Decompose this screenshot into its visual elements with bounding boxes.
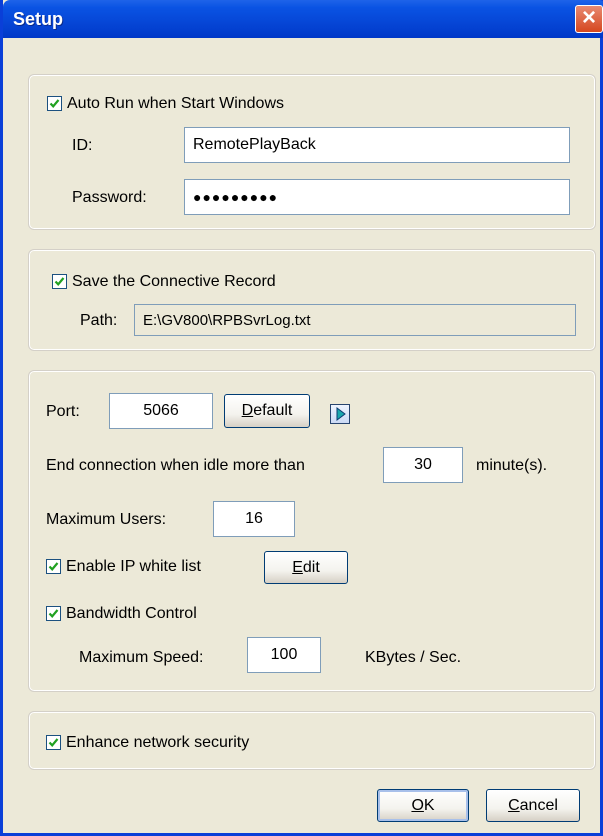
bandwidth-checkbox[interactable] [46, 606, 61, 621]
max-speed-value: 100 [270, 646, 298, 663]
save-record-label[interactable]: Save the Connective Record [72, 273, 276, 291]
play-arrow-button[interactable] [330, 404, 350, 424]
path-value: E:\GV800\RPBSvrLog.txt [143, 311, 311, 329]
edit-button[interactable]: Edit [264, 551, 348, 584]
id-value: RemotePlayBack [193, 136, 316, 153]
whitelist-label[interactable]: Enable IP white list [66, 558, 201, 576]
port-label: Port: [46, 403, 80, 420]
idle-unit: minute(s). [476, 457, 548, 474]
id-label: ID: [72, 137, 93, 154]
password-field[interactable]: ●●●●●●●●● [184, 179, 570, 215]
auto-run-checkbox[interactable] [47, 96, 62, 111]
check-icon [48, 609, 59, 618]
port-field[interactable]: 5066 [109, 393, 213, 429]
default-button[interactable]: Default [224, 394, 310, 428]
cancel-button-label: Cancel [508, 796, 558, 814]
security-group: Enhance network security [28, 711, 596, 770]
id-field[interactable]: RemotePlayBack [184, 127, 570, 163]
max-speed-field[interactable]: 100 [247, 637, 321, 673]
save-record-checkbox[interactable] [52, 274, 67, 289]
max-users-label: Maximum Users: [46, 511, 167, 528]
edit-button-label: Edit [292, 558, 320, 576]
check-icon [48, 738, 59, 747]
check-icon [54, 277, 65, 286]
password-label: Password: [72, 189, 147, 206]
check-icon [49, 99, 60, 108]
whitelist-checkbox[interactable] [46, 559, 61, 574]
window-title: Setup [13, 9, 64, 29]
path-field[interactable]: E:\GV800\RPBSvrLog.txt [134, 304, 576, 336]
close-button[interactable]: × [575, 4, 603, 33]
close-icon: × [581, 4, 596, 31]
password-value: ●●●●●●●●● [193, 189, 279, 205]
ok-button[interactable]: OK [377, 789, 469, 822]
setup-dialog: Setup × Auto Run when Start Windows ID: … [0, 0, 603, 836]
check-icon [48, 562, 59, 571]
max-speed-unit: KBytes / Sec. [365, 649, 462, 666]
port-value: 5066 [143, 402, 179, 419]
play-arrow-icon [336, 407, 346, 421]
path-label: Path: [80, 312, 118, 329]
enhance-security-checkbox[interactable] [46, 735, 61, 750]
title-bar[interactable]: Setup × [3, 0, 603, 38]
max-users-value: 16 [245, 510, 263, 527]
bandwidth-label[interactable]: Bandwidth Control [66, 605, 197, 623]
record-group: Save the Connective Record Path: E:\GV80… [28, 249, 596, 351]
idle-label: End connection when idle more than [46, 457, 305, 474]
enhance-security-label[interactable]: Enhance network security [66, 734, 249, 752]
ok-button-label: OK [411, 796, 435, 814]
login-group: Auto Run when Start Windows ID: RemotePl… [28, 74, 596, 230]
idle-field[interactable]: 30 [383, 447, 463, 483]
auto-run-label[interactable]: Auto Run when Start Windows [67, 95, 284, 113]
idle-value: 30 [414, 456, 432, 473]
max-users-field[interactable]: 16 [213, 501, 295, 537]
cancel-button[interactable]: Cancel [486, 789, 580, 822]
default-button-label: Default [241, 402, 293, 419]
max-speed-label: Maximum Speed: [79, 649, 204, 666]
network-group: Port: 5066 Default End connection when i… [28, 370, 596, 692]
